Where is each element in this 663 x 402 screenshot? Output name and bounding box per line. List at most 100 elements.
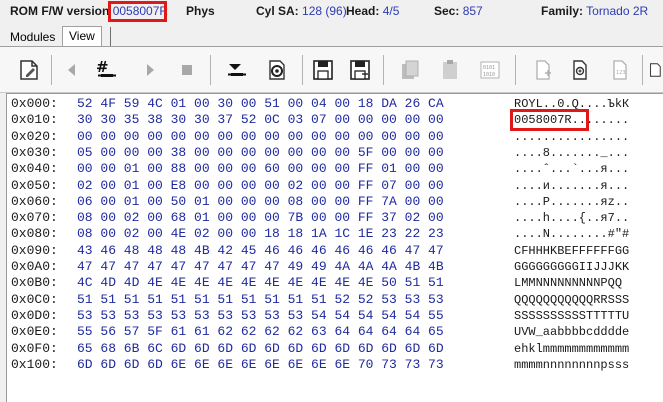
row-ascii[interactable]: 0058007R........ [514,112,629,128]
row-offset: 0x0C0: [11,291,58,307]
row-hex-bytes[interactable]: 08 00 02 00 68 01 00 00 00 7B 00 00 FF 3… [77,210,444,226]
row-hex-bytes[interactable]: 51 51 51 51 51 51 51 51 51 51 51 52 52 5… [77,292,444,308]
row-offset: 0x040: [11,161,58,177]
family: Family: Tornado 2R [541,4,648,18]
doc-icon[interactable] [645,55,663,85]
hex-row: 0x0F0: 65 68 6B 6C 6D 6D 6D 6D 6D 6D 6D 6… [7,341,663,357]
head-value: 4/5 [382,4,400,18]
hex-row: 0x090: 43 46 48 48 48 4B 42 45 46 46 46 4… [7,243,663,259]
hex-row: 0x000: 52 4F 59 4C 01 00 30 00 51 00 04 0… [7,96,663,112]
row-ascii[interactable]: ....8......._... [514,145,629,161]
row-hex-bytes[interactable]: 06 00 01 00 50 01 00 00 00 08 00 00 FF 7… [77,194,444,210]
stop-icon[interactable] [172,55,202,85]
row-ascii[interactable]: QQQQQQQQQQQRRSSS [514,292,629,308]
toolbar-separator [383,55,384,85]
row-ascii[interactable]: LMMNNNNNNNNNPQQ [514,275,622,291]
toolbar-separator [642,55,643,85]
row-ascii[interactable]: ehklmmmmmmmmmmmm [514,341,629,357]
row-offset: 0x050: [11,177,58,193]
download-icon[interactable] [220,55,250,85]
toolbar-separator [515,55,516,85]
row-hex-bytes[interactable]: 53 53 53 53 53 53 53 53 53 53 54 54 54 5… [77,308,444,324]
svg-text:1010: 1010 [483,72,495,78]
rom-version-label: ROM F/W version [10,4,110,18]
row-hex-bytes[interactable]: 30 30 35 38 30 30 37 52 0C 03 07 00 00 0… [77,112,444,128]
row-offset: 0x080: [11,226,58,242]
row-hex-bytes[interactable]: 47 47 47 47 47 47 47 47 47 49 49 4A 4A 4… [77,259,444,275]
row-hex-bytes[interactable]: 4C 4D 4D 4E 4E 4E 4E 4E 4E 4E 4E 4E 4E 5… [77,275,444,291]
info-bar: ROM F/W version 0058007R Phys Cyl SA: 12… [0,0,663,22]
hex-row: 0x0A0: 47 47 47 47 47 47 47 47 47 49 49 4… [7,259,663,275]
row-hex-bytes[interactable]: 05 00 00 00 38 00 00 00 00 00 00 00 5F 0… [77,145,444,161]
hex-view[interactable]: 0x000: 52 4F 59 4C 01 00 30 00 51 00 04 0… [6,93,663,402]
hex-convert-icon[interactable]: 0101 1010 [475,55,505,85]
save-as-icon[interactable] [345,55,375,85]
row-hex-bytes[interactable]: 55 56 57 5F 61 61 62 62 62 62 63 64 64 6… [77,324,444,340]
edit-icon[interactable] [14,55,44,85]
row-hex-bytes[interactable]: 52 4F 59 4C 01 00 30 00 51 00 04 00 18 D… [77,96,444,112]
row-ascii[interactable]: ....P.......яz.. [514,194,629,210]
row-ascii[interactable]: GGGGGGGGGIIJJJKK [514,259,629,275]
row-ascii[interactable]: ................ [514,129,629,145]
phys-label: Phys [186,4,215,18]
row-offset: 0x0B0: [11,275,58,291]
row-offset: 0x0F0: [11,340,58,356]
row-hex-bytes[interactable]: 02 00 01 00 E8 00 00 00 00 02 00 00 FF 0… [77,178,444,194]
hex-row: 0x030: 05 00 00 00 38 00 00 00 00 00 00 0… [7,145,663,161]
row-hex-bytes[interactable]: 43 46 48 48 48 4B 42 45 46 46 46 46 46 4… [77,243,444,259]
numbered-doc-icon[interactable]: 123 [605,55,635,85]
hex-row: 0x080: 08 00 02 00 4E 02 00 00 18 18 1A 1… [7,226,663,242]
sec-label: Sec: [434,4,460,18]
row-ascii[interactable]: UVW_aabbbbcdddde [514,324,629,340]
cyl-sa-value: 128 (96) [302,4,347,18]
tab-view[interactable]: View [62,26,102,46]
hex-row: 0x0B0: 4C 4D 4D 4E 4E 4E 4E 4E 4E 4E 4E 4… [7,275,663,291]
hex-row: 0x0C0: 51 51 51 51 51 51 51 51 51 51 51 5… [7,292,663,308]
row-ascii[interactable]: ....ˆ...`...я... [514,161,629,177]
row-offset: 0x060: [11,193,58,209]
hex-row: 0x040: 00 00 01 00 88 00 00 00 60 00 00 0… [7,161,663,177]
save-icon[interactable] [308,55,338,85]
add-doc-icon[interactable] [565,55,595,85]
toolbar: # 0101 1010 123 [0,47,663,93]
row-offset: 0x020: [11,128,58,144]
head: Head: 4/5 [346,4,399,18]
row-offset: 0x090: [11,242,58,258]
sec: Sec: 857 [434,4,483,18]
copy-icon[interactable] [395,55,425,85]
row-ascii[interactable]: CFHHHKBEFFFFFFGG [514,243,629,259]
arrow-right-icon[interactable] [135,55,165,85]
row-hex-bytes[interactable]: 08 00 02 00 4E 02 00 00 18 18 1A 1C 1E 2… [77,226,444,242]
row-ascii[interactable]: ROYL..0.Q....ЪkК [514,96,629,112]
row-ascii[interactable]: ....и.......я... [514,178,629,194]
family-label: Family: [541,4,584,18]
hex-row: 0x100: 6D 6D 6D 6D 6E 6E 6E 6E 6E 6E 6E 6… [7,357,663,373]
row-ascii[interactable]: mmmmnnnnnnnnpsss [514,357,629,373]
svg-text:#: # [96,58,109,76]
row-ascii[interactable]: SSSSSSSSSSTTTTTU [514,308,629,324]
row-offset: 0x000: [11,96,58,111]
hash-icon[interactable]: # [90,55,120,85]
cyl-sa-label: Cyl SA: [256,4,299,18]
paste-icon[interactable] [435,55,465,85]
gear-refresh-icon[interactable] [262,55,292,85]
row-hex-bytes[interactable]: 65 68 6B 6C 6D 6D 6D 6D 6D 6D 6D 6D 6D 6… [77,341,444,357]
hex-row: 0x070: 08 00 02 00 68 01 00 00 00 7B 00 0… [7,210,663,226]
toolbar-separator [51,55,52,85]
head-label: Head: [346,4,380,18]
tab-modules[interactable]: Modules [4,28,61,46]
row-hex-bytes[interactable]: 6D 6D 6D 6D 6E 6E 6E 6E 6E 6E 6E 6E 70 7… [77,357,444,373]
arrow-left-icon[interactable] [57,55,87,85]
new-doc-icon[interactable] [528,55,558,85]
row-offset: 0x0A0: [11,259,58,274]
row-ascii[interactable]: ....h....{..я7.. [514,210,629,226]
row-offset: 0x030: [11,144,58,160]
phys-label-text: Phys [186,4,215,18]
hex-row: 0x0E0: 55 56 57 5F 61 61 62 62 62 62 63 6… [7,324,663,340]
row-hex-bytes[interactable]: 00 00 01 00 88 00 00 00 60 00 00 00 FF 0… [77,161,444,177]
sec-value: 857 [462,4,483,18]
row-ascii[interactable]: ....N........#"# [514,226,629,242]
toolbar-separator [210,55,211,85]
row-offset: 0x070: [11,210,58,226]
row-hex-bytes[interactable]: 00 00 00 00 00 00 00 00 00 00 00 00 00 0… [77,129,444,145]
